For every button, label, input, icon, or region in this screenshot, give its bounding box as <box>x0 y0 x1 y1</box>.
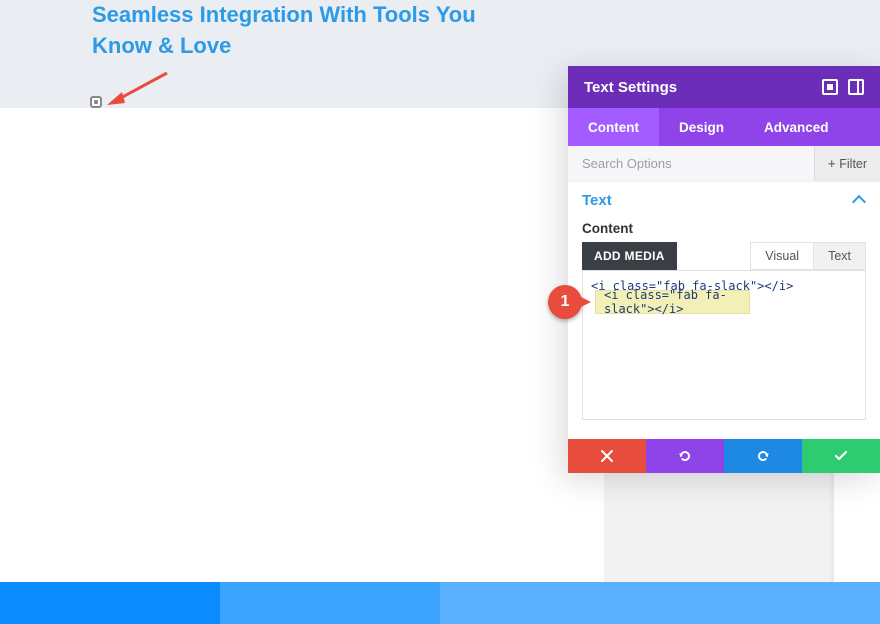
tab-advanced[interactable]: Advanced <box>744 108 849 146</box>
filter-label: Filter <box>839 157 867 171</box>
slack-icon-placeholder <box>90 96 102 108</box>
close-icon <box>599 448 615 464</box>
chevron-up-icon[interactable] <box>852 194 866 208</box>
confirm-button[interactable] <box>802 439 880 473</box>
text-settings-panel: Text Settings Content Design Advanced Fi… <box>568 66 880 473</box>
view-tab-visual[interactable]: Visual <box>750 242 814 270</box>
panel-header: Text Settings <box>568 66 880 108</box>
redo-button[interactable] <box>724 439 802 473</box>
undo-icon <box>677 448 693 464</box>
undo-button[interactable] <box>646 439 724 473</box>
cancel-button[interactable] <box>568 439 646 473</box>
panel-action-row <box>568 439 880 473</box>
callout-number: 1 <box>561 293 570 311</box>
panel-title: Text Settings <box>584 79 677 96</box>
filter-button[interactable]: Filter <box>814 146 880 181</box>
editor-highlight: <i class="fab fa-slack"></i> <box>595 290 750 314</box>
field-label-content: Content <box>568 213 880 242</box>
footer-color-band <box>0 582 880 624</box>
view-tab-text[interactable]: Text <box>814 242 866 270</box>
section-title: Text <box>582 192 612 209</box>
editor-view-tabs: Visual Text <box>750 242 866 270</box>
redo-icon <box>755 448 771 464</box>
expand-icon[interactable] <box>822 79 838 95</box>
tab-content[interactable]: Content <box>568 108 659 146</box>
search-row: Filter <box>568 146 880 182</box>
page-heading: Seamless Integration With Tools You Know… <box>92 0 492 62</box>
add-media-button[interactable]: ADD MEDIA <box>582 242 677 270</box>
dock-sidebar-icon[interactable] <box>848 79 864 95</box>
annotation-arrow <box>105 70 175 110</box>
editor-highlight-text: <i class="fab fa-slack"></i> <box>604 288 741 316</box>
media-row: ADD MEDIA Visual Text <box>568 242 880 270</box>
check-icon <box>833 448 849 464</box>
settings-tabs: Content Design Advanced <box>568 108 880 146</box>
section-header[interactable]: Text <box>568 182 880 213</box>
tab-design[interactable]: Design <box>659 108 744 146</box>
search-input[interactable] <box>568 146 814 181</box>
callout-marker: 1 <box>548 285 582 319</box>
